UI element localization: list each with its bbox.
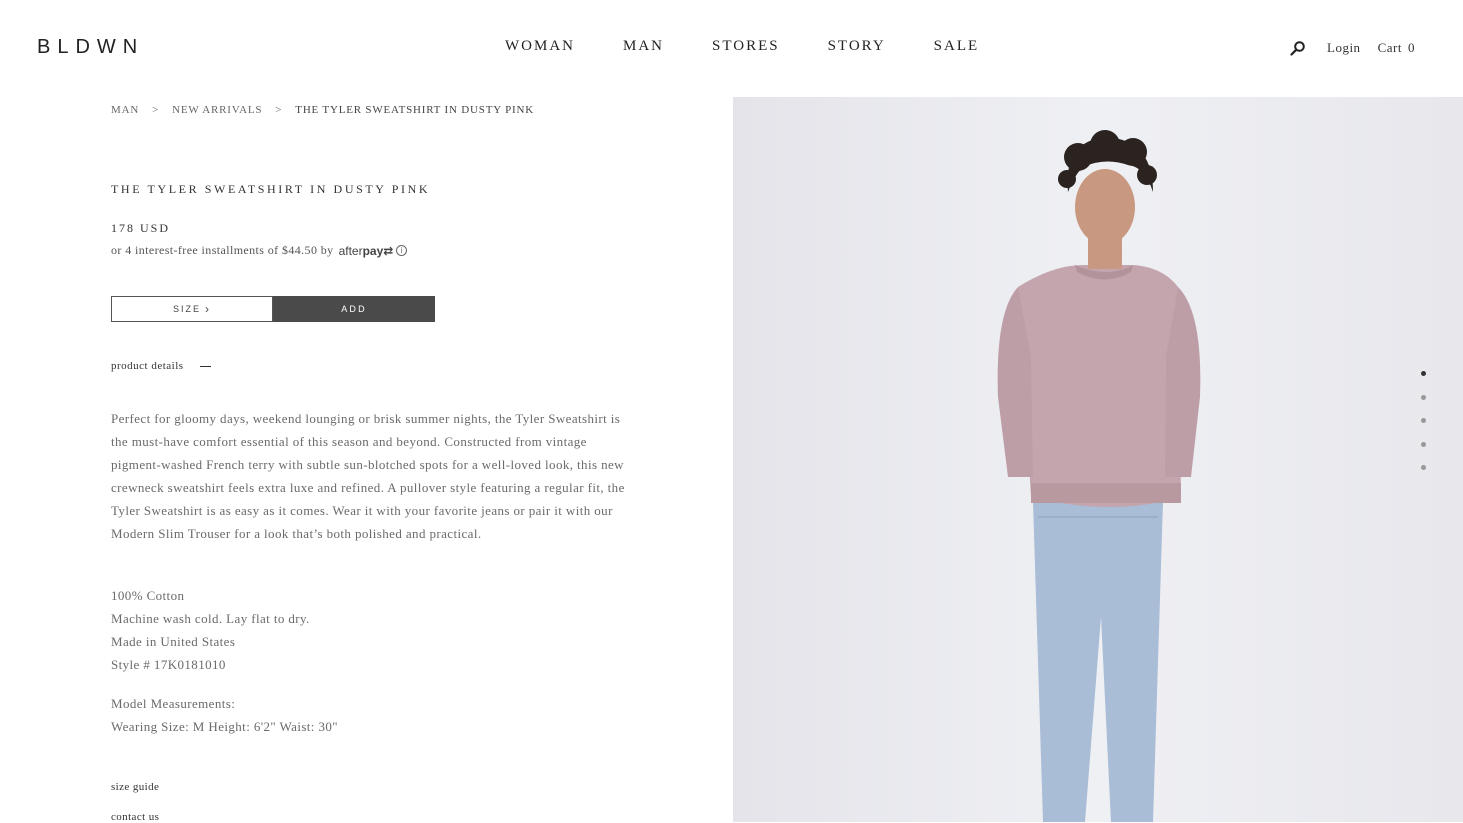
spec-style-number: Style # 17K0181010 (111, 657, 226, 672)
breadcrumb: MAN > NEW ARRIVALS > THE TYLER SWEATSHIR… (111, 104, 534, 116)
spec-material: 100% Cotton (111, 588, 185, 603)
nav-item-woman[interactable]: WOMAN (505, 38, 575, 55)
breadcrumb-separator: > (275, 104, 283, 116)
spec-care: Machine wash cold. Lay flat to dry. (111, 611, 310, 626)
breadcrumb-current: THE TYLER SWEATSHIRT IN DUSTY PINK (295, 104, 534, 116)
model-values: Wearing Size: M Height: 6'2" Waist: 30" (111, 719, 338, 734)
installments-text: or 4 interest-free installments of $44.5… (111, 243, 334, 257)
breadcrumb-man[interactable]: MAN (111, 104, 139, 116)
product-details-label: product details (111, 360, 184, 372)
afterpay-logo-bold: pay (362, 243, 384, 258)
cart-count: 0 (1407, 40, 1415, 55)
nav-item-story[interactable]: STORY (828, 38, 886, 55)
gallery-dot[interactable] (1421, 441, 1426, 447)
size-select-button[interactable]: SIZE › (111, 296, 273, 322)
cart-label: Cart (1377, 40, 1402, 55)
spec-origin: Made in United States (111, 634, 236, 649)
afterpay-logo: afterpay⇄ (339, 244, 394, 258)
nav-item-man[interactable]: MAN (623, 38, 664, 55)
info-icon[interactable]: i (396, 245, 408, 256)
model-heading: Model Measurements: (111, 696, 236, 711)
chevron-right-icon: › (205, 302, 211, 316)
brand-logo[interactable]: BLDWN (37, 36, 144, 59)
afterpay-logo-pre: after (338, 243, 363, 258)
afterpay-installments: or 4 interest-free installments of $44.5… (111, 243, 408, 258)
nav-item-sale[interactable]: SALE (934, 38, 980, 55)
product-specs: 100% Cotton Machine wash cold. Lay flat … (111, 584, 511, 676)
product-description: Perfect for gloomy days, weekend loungin… (111, 411, 625, 541)
cart-link[interactable]: Cart 0 (1378, 40, 1415, 56)
site-header: BLDWN WOMAN MAN STORES STORY SALE Login … (0, 0, 1463, 97)
size-guide-link[interactable]: size guide (111, 781, 159, 793)
model-photo (733, 97, 1463, 822)
login-link[interactable]: Login (1327, 40, 1361, 56)
size-label: SIZE (172, 304, 201, 314)
main-nav: WOMAN MAN STORES STORY SALE (505, 38, 1027, 55)
product-image[interactable] (733, 97, 1463, 822)
product-details-toggle[interactable]: product details (111, 360, 211, 372)
nav-item-stores[interactable]: STORES (712, 38, 780, 55)
product-price: 178 USD (111, 221, 171, 235)
breadcrumb-separator: > (152, 104, 160, 116)
gallery-dot[interactable] (1421, 394, 1426, 400)
gallery-dot[interactable] (1421, 465, 1426, 470)
gallery-dots (1421, 371, 1426, 489)
gallery-dot[interactable] (1421, 418, 1426, 423)
add-to-cart-button[interactable]: ADD (273, 296, 435, 322)
breadcrumb-new-arrivals[interactable]: NEW ARRIVALS (172, 104, 262, 116)
gallery-dot[interactable] (1421, 371, 1426, 376)
minus-icon (199, 365, 211, 367)
product-title: THE TYLER SWEATSHIRT IN DUSTY PINK (111, 182, 431, 196)
afterpay-logo-mark: ⇄ (383, 243, 394, 258)
contact-us-link[interactable]: contact us (111, 811, 159, 823)
header-actions: Login Cart 0 (1290, 40, 1415, 56)
model-measurements: Model Measurements: Wearing Size: M Heig… (111, 692, 511, 738)
search-icon[interactable] (1290, 40, 1306, 56)
